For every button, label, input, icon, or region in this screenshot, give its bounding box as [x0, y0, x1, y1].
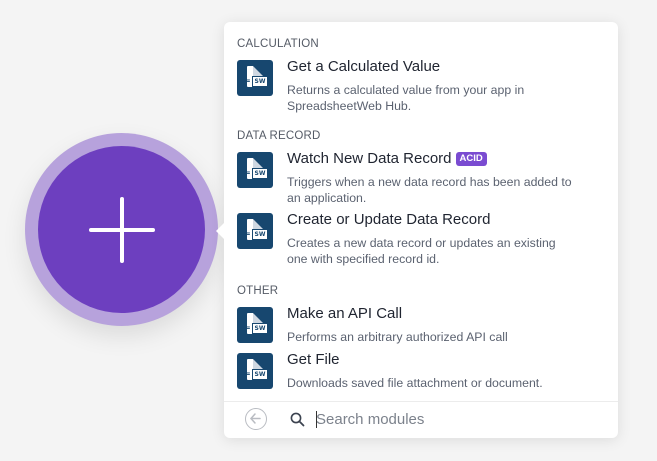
- search-icon: [290, 412, 305, 427]
- module-title: Create or Update Data Record: [287, 211, 491, 228]
- module-search-bar: [224, 401, 618, 438]
- text-caret: [316, 411, 317, 428]
- module-description: Performs an arbitrary authorized API cal…: [287, 330, 508, 344]
- module-description: Triggers when a new data record has been…: [287, 175, 572, 205]
- module-watch-new-data-record[interactable]: = SW Watch New Data Record ACID Triggers …: [237, 150, 607, 206]
- spreadsheetweb-icon: = SW: [237, 60, 273, 96]
- module-make-an-api-call[interactable]: = SW Make an API Call Performs an arbitr…: [237, 305, 607, 347]
- module-title: Watch New Data Record ACID: [287, 150, 487, 167]
- popup-pointer: [216, 223, 224, 239]
- module-get-file[interactable]: = SW Get File Downloads saved file attac…: [237, 351, 607, 393]
- module-picker-popup: CALCULATION = SW Get a Calculated Value …: [216, 22, 618, 438]
- module-description: Creates a new data record or updates an …: [287, 236, 556, 266]
- module-get-calculated-value[interactable]: = SW Get a Calculated Value Returns a ca…: [237, 58, 607, 114]
- module-title: Get File: [287, 351, 340, 368]
- module-create-or-update-data-record[interactable]: = SW Create or Update Data Record Create…: [237, 211, 607, 267]
- module-description: Returns a calculated value from your app…: [287, 83, 525, 113]
- section-title-other: OTHER: [237, 285, 279, 297]
- acid-badge: ACID: [455, 152, 487, 166]
- section-title-calculation: CALCULATION: [237, 38, 319, 50]
- spreadsheetweb-icon: = SW: [237, 353, 273, 389]
- module-description: Downloads saved file attachment or docum…: [287, 376, 543, 390]
- spreadsheetweb-icon: = SW: [237, 213, 273, 249]
- scenario-canvas: CALCULATION = SW Get a Calculated Value …: [0, 0, 657, 461]
- section-title-data-record: DATA RECORD: [237, 130, 321, 142]
- module-title: Get a Calculated Value: [287, 58, 441, 75]
- add-module-button[interactable]: [38, 146, 205, 313]
- search-modules-input[interactable]: [316, 407, 596, 431]
- module-list: CALCULATION = SW Get a Calculated Value …: [224, 22, 618, 402]
- spreadsheetweb-icon: = SW: [237, 307, 273, 343]
- plus-icon: [88, 196, 155, 263]
- spreadsheetweb-icon: = SW: [237, 152, 273, 188]
- module-title: Make an API Call: [287, 305, 403, 322]
- arrow-left-icon: [250, 413, 261, 424]
- back-button[interactable]: [245, 408, 267, 430]
